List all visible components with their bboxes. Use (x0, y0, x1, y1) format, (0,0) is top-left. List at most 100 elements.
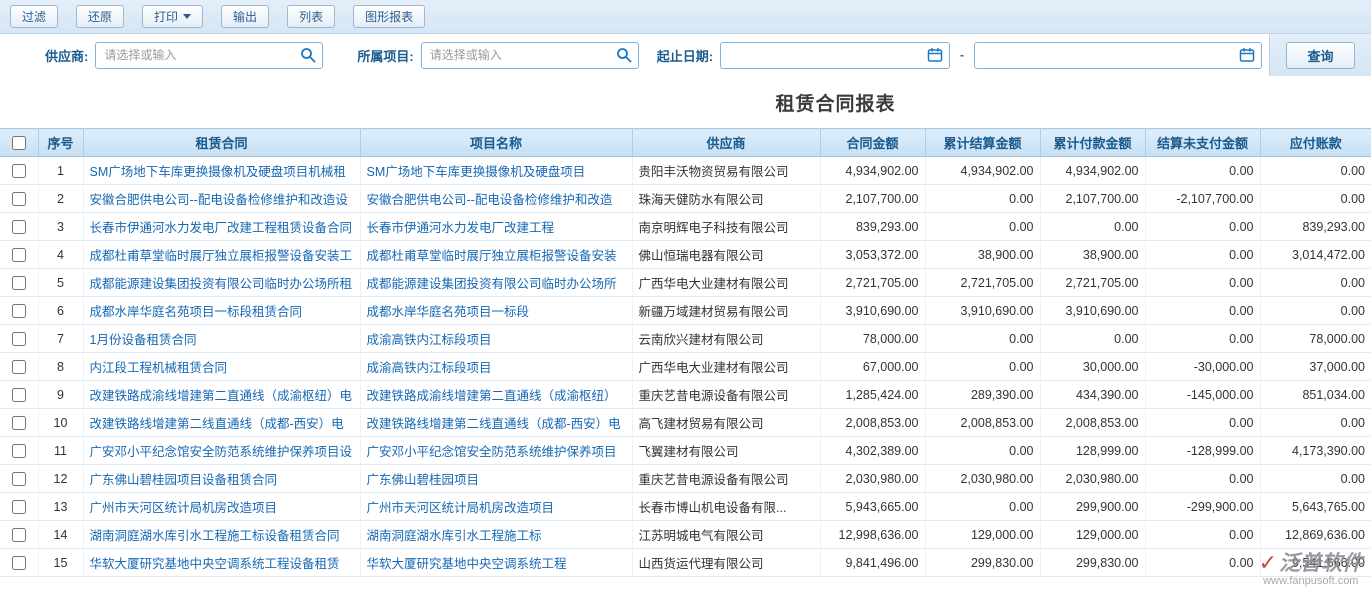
calendar-icon[interactable] (927, 47, 943, 63)
contract-amount: 4,302,389.00 (820, 437, 925, 465)
unpaid-amount: 0.00 (1145, 241, 1260, 269)
settled-amount: 0.00 (925, 185, 1040, 213)
date-to-input[interactable] (974, 42, 1262, 69)
contract-amount: 839,293.00 (820, 213, 925, 241)
project-link[interactable]: 改建铁路成渝线增建第二直通线（成渝枢纽） (367, 389, 617, 403)
contract-amount: 3,910,690.00 (820, 297, 925, 325)
supplier-search-input[interactable] (95, 42, 323, 69)
col-header-supplier: 供应商 (632, 129, 820, 157)
paid-amount: 4,934,902.00 (1040, 157, 1145, 185)
project-link[interactable]: SM广场地下车库更换摄像机及硬盘项目 (367, 165, 586, 179)
contract-link[interactable]: 湖南洞庭湖水库引水工程施工标设备租赁合同 (90, 529, 340, 543)
project-link[interactable]: 华软大厦研究基地中央空调系统工程 (367, 557, 567, 571)
unpaid-amount: 0.00 (1145, 325, 1260, 353)
restore-button[interactable]: 还原 (76, 5, 124, 28)
row-checkbox[interactable] (12, 528, 26, 542)
project-link[interactable]: 湖南洞庭湖水库引水工程施工标 (367, 529, 542, 543)
row-checkbox[interactable] (12, 556, 26, 570)
project-search-input[interactable] (421, 42, 639, 69)
row-checkbox[interactable] (12, 248, 26, 262)
row-checkbox[interactable] (12, 388, 26, 402)
query-button[interactable]: 查询 (1286, 42, 1354, 69)
row-checkbox[interactable] (12, 360, 26, 374)
row-checkbox[interactable] (12, 164, 26, 178)
project-link[interactable]: 长春市伊通河水力发电厂改建工程 (367, 221, 555, 235)
row-checkbox[interactable] (12, 416, 26, 430)
contract-link[interactable]: 改建铁路成渝线增建第二直通线（成渝枢纽）电 (90, 389, 353, 403)
contract-link[interactable]: 改建铁路线增建第二线直通线（成都-西安）电 (90, 417, 344, 431)
settled-amount: 129,000.00 (925, 521, 1040, 549)
col-header-payable: 应付账款 (1260, 129, 1371, 157)
supplier-name: 广西华电大业建材有限公司 (632, 353, 820, 381)
select-all-checkbox[interactable] (12, 136, 26, 150)
row-index: 14 (38, 521, 83, 549)
contract-link[interactable]: 内江段工程机械租赁合同 (90, 361, 228, 375)
supplier-name: 山西货运代理有限公司 (632, 549, 820, 577)
contract-link[interactable]: 长春市伊通河水力发电厂改建工程租赁设备合同 (90, 221, 353, 235)
contract-link[interactable]: 成都杜甫草堂临时展厅独立展柜报警设备安装工 (90, 249, 353, 263)
project-link[interactable]: 成都能源建设集团投资有限公司临时办公场所 (367, 277, 617, 291)
project-link[interactable]: 广东佛山碧桂园项目 (367, 473, 480, 487)
row-index: 2 (38, 185, 83, 213)
project-link-cell: 成渝高铁内江标段项目 (360, 325, 632, 353)
contract-amount: 2,030,980.00 (820, 465, 925, 493)
contract-link[interactable]: 广东佛山碧桂园项目设备租赁合同 (90, 473, 278, 487)
project-link[interactable]: 成渝高铁内江标段项目 (367, 361, 492, 375)
search-icon[interactable] (616, 47, 632, 63)
col-header-contract-amount: 合同金额 (820, 129, 925, 157)
project-link[interactable]: 改建铁路线增建第二线直通线（成都-西安）电 (367, 417, 621, 431)
paid-amount: 2,008,853.00 (1040, 409, 1145, 437)
supplier-name: 重庆艺昔电源设备有限公司 (632, 381, 820, 409)
contract-link[interactable]: 广安邓小平纪念馆安全防范系统维护保养项目设 (90, 445, 353, 459)
contract-link[interactable]: SM广场地下车库更换摄像机及硬盘项目机械租 (90, 165, 346, 179)
row-checkbox[interactable] (12, 192, 26, 206)
row-checkbox-cell (0, 269, 38, 297)
contract-link[interactable]: 安徽合肥供电公司--配电设备检修维护和改造设 (90, 193, 348, 207)
project-link[interactable]: 成渝高铁内江标段项目 (367, 333, 492, 347)
supplier-name: 长春市博山机电设备有限... (632, 493, 820, 521)
col-header-contract: 租赁合同 (83, 129, 360, 157)
project-link[interactable]: 广安邓小平纪念馆安全防范系统维护保养项目 (367, 445, 617, 459)
calendar-icon[interactable] (1239, 47, 1255, 63)
unpaid-amount: 0.00 (1145, 409, 1260, 437)
row-checkbox[interactable] (12, 304, 26, 318)
project-link[interactable]: 成都杜甫草堂临时展厅独立展柜报警设备安装 (367, 249, 617, 263)
contract-link[interactable]: 华软大厦研究基地中央空调系统工程设备租赁 (90, 557, 340, 571)
search-icon[interactable] (300, 47, 316, 63)
row-checkbox[interactable] (12, 500, 26, 514)
date-from-input[interactable] (720, 42, 950, 69)
contract-amount: 3,053,372.00 (820, 241, 925, 269)
project-link-cell: 长春市伊通河水力发电厂改建工程 (360, 213, 632, 241)
contract-link[interactable]: 成都能源建设集团投资有限公司临时办公场所租 (90, 277, 353, 291)
contract-link[interactable]: 广州市天河区统计局机房改造项目 (90, 501, 278, 515)
toolbar: 过滤 还原 打印 输出 列表 图形报表 (0, 0, 1371, 34)
row-checkbox[interactable] (12, 444, 26, 458)
print-button[interactable]: 打印 (142, 5, 203, 28)
row-checkbox[interactable] (12, 276, 26, 290)
project-link[interactable]: 广州市天河区统计局机房改造项目 (367, 501, 555, 515)
table-row: 5成都能源建设集团投资有限公司临时办公场所租成都能源建设集团投资有限公司临时办公… (0, 269, 1371, 297)
unpaid-amount: 0.00 (1145, 465, 1260, 493)
row-index: 11 (38, 437, 83, 465)
payable-amount: 9,541,666.00 (1260, 549, 1371, 577)
contract-link[interactable]: 成都水岸华庭名苑项目一标段租赁合同 (90, 305, 303, 319)
payable-amount: 839,293.00 (1260, 213, 1371, 241)
lease-contract-report-page: 过滤 还原 打印 输出 列表 图形报表 供应商: 所属项目: (0, 0, 1371, 592)
export-button[interactable]: 输出 (221, 5, 269, 28)
list-view-button[interactable]: 列表 (287, 5, 335, 28)
title-row: 租赁合同报表 (0, 76, 1371, 128)
contract-link[interactable]: 1月份设备租赁合同 (90, 333, 197, 347)
date-range-separator: - (960, 48, 964, 62)
row-checkbox[interactable] (12, 332, 26, 346)
row-checkbox[interactable] (12, 472, 26, 486)
row-checkbox[interactable] (12, 220, 26, 234)
page-title: 租赁合同报表 (775, 89, 895, 116)
project-link[interactable]: 成都水岸华庭名苑项目一标段 (367, 305, 530, 319)
project-link[interactable]: 安徽合肥供电公司--配电设备检修维护和改造 (367, 193, 613, 207)
table-row: 9改建铁路成渝线增建第二直通线（成渝枢纽）电改建铁路成渝线增建第二直通线（成渝枢… (0, 381, 1371, 409)
payable-amount: 0.00 (1260, 465, 1371, 493)
chart-report-button[interactable]: 图形报表 (353, 5, 425, 28)
settled-amount: 299,830.00 (925, 549, 1040, 577)
filter-button[interactable]: 过滤 (10, 5, 58, 28)
row-checkbox-cell (0, 409, 38, 437)
